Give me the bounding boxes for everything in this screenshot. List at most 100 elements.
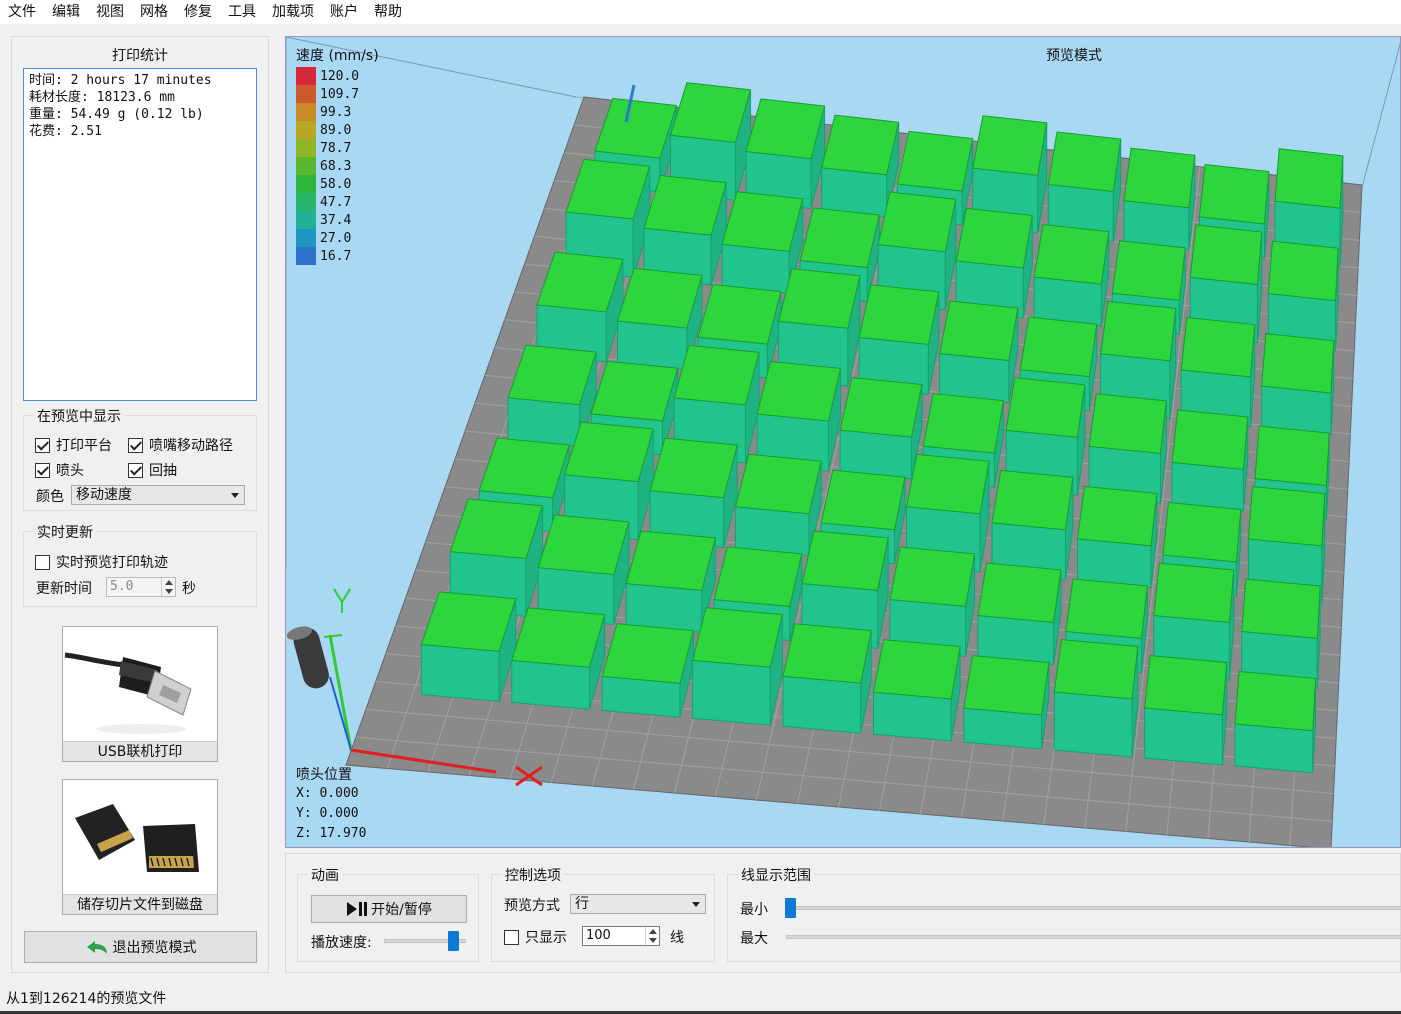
status-bar: 从1到126214的预览文件 (0, 987, 1401, 1014)
retract-checkbox[interactable] (128, 462, 143, 478)
range-min-slider[interactable] (786, 906, 1401, 910)
legend-value: 99.3 (320, 104, 352, 120)
block-top (820, 114, 900, 176)
printed-block (1234, 671, 1317, 774)
block-top (537, 514, 630, 575)
stats-cost: 花费: 2.51 (29, 124, 102, 139)
undo-arrow-icon (86, 941, 107, 954)
block-top (1019, 316, 1098, 378)
stats-box: 时间: 2 hours 17 minutes 耗材长度: 18123.6 mm … (23, 68, 257, 401)
retract-checkbox-row[interactable]: 回抽 (128, 460, 177, 480)
block-top (1076, 485, 1158, 547)
chevron-down-icon[interactable] (649, 938, 657, 943)
preview-show-group: 在预览中显示 打印平台 喷嘴移动路径 喷头 回抽 颜色 移动速度 (23, 406, 257, 511)
block-side (1053, 691, 1133, 758)
range-max-slider[interactable] (786, 935, 1401, 939)
exit-preview-button[interactable]: 退出预览模式 (24, 931, 257, 963)
block-top (1047, 131, 1122, 193)
printed-block (872, 639, 961, 742)
only-show-checkbox[interactable] (504, 929, 519, 945)
block-side (617, 320, 688, 371)
menu-repair[interactable]: 修复 (176, 0, 220, 24)
status-text: 从1到126214的预览文件 (6, 991, 167, 1007)
printed-block (536, 251, 624, 363)
nozzle-y: Y: 0.000 (296, 806, 359, 821)
menu-tools[interactable]: 工具 (220, 0, 264, 24)
legend-entry: 120.0 (296, 67, 359, 85)
printed-block (1088, 393, 1167, 504)
printed-block (745, 98, 826, 210)
legend-swatch (296, 85, 316, 103)
legend-swatch (296, 67, 316, 85)
block-top (1005, 377, 1086, 438)
printed-block (858, 284, 940, 395)
menu-account[interactable]: 账户 (322, 0, 366, 24)
block-top (1162, 501, 1242, 563)
menu-edit[interactable]: 编辑 (44, 0, 88, 24)
menu-mesh[interactable]: 网格 (132, 0, 176, 24)
printed-block (756, 360, 842, 472)
legend-swatch (296, 103, 316, 121)
playback-speed-thumb[interactable] (448, 931, 459, 951)
chevron-down-icon (231, 493, 239, 498)
block-top (939, 300, 1019, 362)
block-top (922, 393, 1004, 454)
platform-label: 打印平台 (56, 438, 112, 454)
preview-method-select[interactable]: 行 (570, 894, 706, 914)
chevron-down-icon[interactable] (165, 589, 173, 594)
nozzle-checkbox[interactable] (35, 462, 50, 478)
play-pause-icon (347, 902, 368, 916)
printed-block (939, 300, 1019, 404)
update-time-value: 5.0 (110, 579, 134, 594)
play-pause-button[interactable]: 开始/暂停 (311, 895, 467, 923)
menu-addons[interactable]: 加载项 (264, 0, 322, 24)
line-range-title: 线显示范围 (738, 865, 814, 885)
stats-filament: 耗材长度: 18123.6 mm (29, 90, 175, 105)
stats-time: 时间: 2 hours 17 minutes (29, 73, 212, 88)
platform-checkbox-row[interactable]: 打印平台 (35, 435, 112, 455)
printed-block (643, 174, 727, 286)
only-show-checkbox-row[interactable]: 只显示 (504, 927, 567, 947)
printed-block (420, 591, 517, 702)
printed-block (1261, 333, 1335, 436)
chevron-down-icon (692, 902, 700, 907)
travel-checkbox[interactable] (128, 437, 143, 453)
block-top (872, 639, 961, 700)
realtime-title: 实时更新 (34, 522, 96, 542)
update-time-spinner[interactable]: 5.0 (106, 577, 176, 597)
block-side (1144, 707, 1223, 766)
menu-help[interactable]: 帮助 (366, 0, 410, 24)
block-top (782, 623, 872, 684)
menu-view[interactable]: 视图 (88, 0, 132, 24)
nozzle-checkbox-row[interactable]: 喷头 (35, 460, 84, 480)
save-to-disk-button[interactable]: 储存切片文件到磁盘 (62, 779, 218, 915)
realtime-checkbox-row[interactable]: 实时预览打印轨迹 (35, 552, 168, 572)
usb-print-button[interactable]: USB联机打印 (62, 626, 218, 762)
save-to-disk-label: 储存切片文件到磁盘 (63, 894, 217, 914)
realtime-checkbox[interactable] (35, 554, 50, 570)
block-top (1189, 224, 1263, 285)
legend-value: 89.0 (320, 122, 352, 138)
spinner-buttons[interactable] (161, 578, 175, 596)
block-top (955, 207, 1033, 269)
block-top (839, 377, 923, 438)
chevron-up-icon[interactable] (165, 580, 173, 585)
travel-checkbox-row[interactable]: 喷嘴移动路径 (128, 435, 233, 455)
block-top (1053, 639, 1139, 700)
legend-value: 27.0 (320, 230, 352, 246)
menu-file[interactable]: 文件 (0, 0, 44, 24)
legend-swatch (296, 175, 316, 193)
retract-label: 回抽 (149, 463, 177, 479)
line-count-input[interactable]: 100 (582, 926, 660, 946)
printed-block (1047, 131, 1122, 243)
chevron-up-icon[interactable] (649, 929, 657, 934)
color-select[interactable]: 移动速度 (71, 485, 245, 505)
range-min-thumb[interactable] (785, 898, 796, 918)
nozzle-x: X: 0.000 (296, 786, 359, 801)
block-top (858, 284, 940, 345)
printed-block (782, 623, 872, 734)
legend-swatch (296, 247, 316, 265)
platform-checkbox[interactable] (35, 437, 50, 453)
line-count-spinner[interactable] (645, 927, 659, 945)
preview-viewport[interactable]: 速度 (mm/s) 预览模式 120.0 109.7 99.3 89.0 78.7 68.… (285, 36, 1401, 848)
